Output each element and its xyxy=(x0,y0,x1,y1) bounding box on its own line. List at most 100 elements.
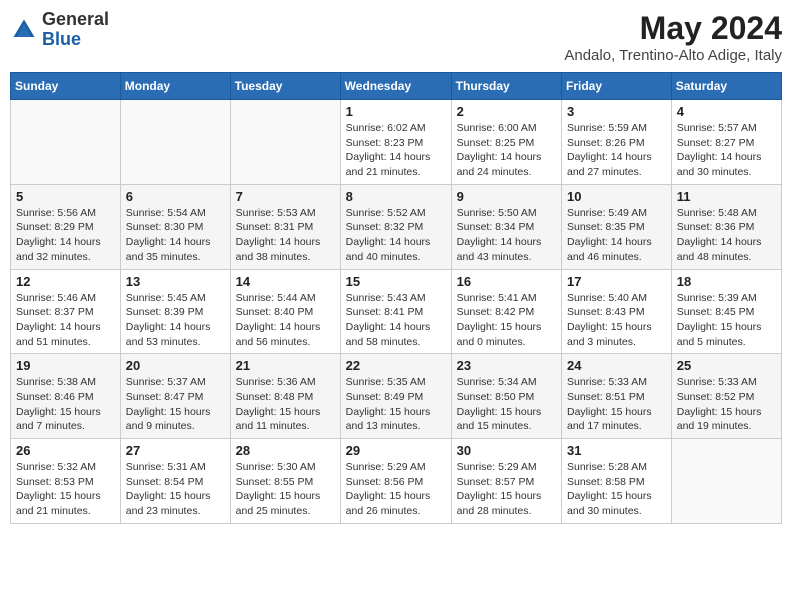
calendar-cell: 21 Sunrise: 5:36 AMSunset: 8:48 PMDayligh… xyxy=(230,354,340,439)
day-detail: Sunrise: 5:30 AMSunset: 8:55 PMDaylight:… xyxy=(236,460,335,519)
calendar-cell: 11 Sunrise: 5:48 AMSunset: 8:36 PMDayligh… xyxy=(671,184,781,269)
day-detail: Sunrise: 5:36 AMSunset: 8:48 PMDaylight:… xyxy=(236,375,335,434)
calendar-cell: 22Sunrise: 5:35 AMSunset: 8:49 PMDayligh… xyxy=(340,354,451,439)
day-number: 10 xyxy=(567,189,666,204)
calendar-cell: 30Sunrise: 5:29 AMSunset: 8:57 PMDayligh… xyxy=(451,439,561,524)
weekday-header-saturday: Saturday xyxy=(671,73,781,100)
day-detail: Sunrise: 5:45 AMSunset: 8:39 PMDaylight:… xyxy=(126,291,225,350)
day-detail: Sunrise: 5:59 AMSunset: 8:26 PMDaylight:… xyxy=(567,121,666,180)
day-number: 1 xyxy=(346,104,446,119)
calendar-cell: 9Sunrise: 5:50 AMSunset: 8:34 PMDaylight… xyxy=(451,184,561,269)
day-detail: Sunrise: 5:54 AMSunset: 8:30 PMDaylight:… xyxy=(126,206,225,265)
day-number: 12 xyxy=(16,274,115,289)
calendar-cell: 7 Sunrise: 5:53 AMSunset: 8:31 PMDaylight… xyxy=(230,184,340,269)
week-row-1: 1Sunrise: 6:02 AMSunset: 8:23 PMDaylight… xyxy=(11,100,782,185)
day-number: 6 xyxy=(126,189,225,204)
calendar-cell: 25 Sunrise: 5:33 AMSunset: 8:52 PMDayligh… xyxy=(671,354,781,439)
day-number: 25 xyxy=(677,358,776,373)
calendar-cell: 28 Sunrise: 5:30 AMSunset: 8:55 PMDayligh… xyxy=(230,439,340,524)
day-detail: Sunrise: 5:43 AMSunset: 8:41 PMDaylight:… xyxy=(346,291,446,350)
day-number: 22 xyxy=(346,358,446,373)
week-row-3: 12 Sunrise: 5:46 AMSunset: 8:37 PMDayligh… xyxy=(11,269,782,354)
day-number: 18 xyxy=(677,274,776,289)
logo-text: General Blue xyxy=(42,10,109,50)
day-detail: Sunrise: 5:49 AMSunset: 8:35 PMDaylight:… xyxy=(567,206,666,265)
week-row-2: 5 Sunrise: 5:56 AMSunset: 8:29 PMDaylight… xyxy=(11,184,782,269)
calendar-cell: 20 Sunrise: 5:37 AMSunset: 8:47 PMDayligh… xyxy=(120,354,230,439)
day-number: 30 xyxy=(457,443,556,458)
day-number: 13 xyxy=(126,274,225,289)
calendar-cell: 23 Sunrise: 5:34 AMSunset: 8:50 PMDayligh… xyxy=(451,354,561,439)
day-number: 23 xyxy=(457,358,556,373)
day-number: 16 xyxy=(457,274,556,289)
weekday-header-tuesday: Tuesday xyxy=(230,73,340,100)
calendar-cell xyxy=(671,439,781,524)
calendar-cell: 16 Sunrise: 5:41 AMSunset: 8:42 PMDayligh… xyxy=(451,269,561,354)
week-row-4: 19Sunrise: 5:38 AMSunset: 8:46 PMDayligh… xyxy=(11,354,782,439)
calendar-cell xyxy=(11,100,121,185)
day-detail: Sunrise: 5:52 AMSunset: 8:32 PMDaylight:… xyxy=(346,206,446,265)
day-number: 28 xyxy=(236,443,335,458)
calendar-cell: 17Sunrise: 5:40 AMSunset: 8:43 PMDayligh… xyxy=(562,269,672,354)
week-row-5: 26 Sunrise: 5:32 AMSunset: 8:53 PMDayligh… xyxy=(11,439,782,524)
day-number: 14 xyxy=(236,274,335,289)
calendar-cell: 26 Sunrise: 5:32 AMSunset: 8:53 PMDayligh… xyxy=(11,439,121,524)
calendar-cell: 3 Sunrise: 5:59 AMSunset: 8:26 PMDaylight… xyxy=(562,100,672,185)
day-number: 31 xyxy=(567,443,666,458)
logo-general-text: General xyxy=(42,9,109,29)
calendar-cell: 27Sunrise: 5:31 AMSunset: 8:54 PMDayligh… xyxy=(120,439,230,524)
calendar-cell: 2 Sunrise: 6:00 AMSunset: 8:25 PMDaylight… xyxy=(451,100,561,185)
day-number: 21 xyxy=(236,358,335,373)
day-number: 2 xyxy=(457,104,556,119)
day-detail: Sunrise: 5:40 AMSunset: 8:43 PMDaylight:… xyxy=(567,291,666,350)
calendar-cell: 12 Sunrise: 5:46 AMSunset: 8:37 PMDayligh… xyxy=(11,269,121,354)
day-detail: Sunrise: 5:46 AMSunset: 8:37 PMDaylight:… xyxy=(16,291,115,350)
calendar-cell: 10 Sunrise: 5:49 AMSunset: 8:35 PMDayligh… xyxy=(562,184,672,269)
logo-blue-text: Blue xyxy=(42,29,81,49)
calendar-cell: 6 Sunrise: 5:54 AMSunset: 8:30 PMDaylight… xyxy=(120,184,230,269)
day-number: 7 xyxy=(236,189,335,204)
calendar-cell: 19Sunrise: 5:38 AMSunset: 8:46 PMDayligh… xyxy=(11,354,121,439)
calendar-cell xyxy=(120,100,230,185)
day-number: 5 xyxy=(16,189,115,204)
calendar-cell: 18 Sunrise: 5:39 AMSunset: 8:45 PMDayligh… xyxy=(671,269,781,354)
weekday-header-row: SundayMondayTuesdayWednesdayThursdayFrid… xyxy=(11,73,782,100)
calendar-cell: 1Sunrise: 6:02 AMSunset: 8:23 PMDaylight… xyxy=(340,100,451,185)
weekday-header-thursday: Thursday xyxy=(451,73,561,100)
day-detail: Sunrise: 5:28 AMSunset: 8:58 PMDaylight:… xyxy=(567,460,666,519)
weekday-header-wednesday: Wednesday xyxy=(340,73,451,100)
day-detail: Sunrise: 5:37 AMSunset: 8:47 PMDaylight:… xyxy=(126,375,225,434)
day-detail: Sunrise: 5:53 AMSunset: 8:31 PMDaylight:… xyxy=(236,206,335,265)
day-detail: Sunrise: 5:32 AMSunset: 8:53 PMDaylight:… xyxy=(16,460,115,519)
calendar-cell xyxy=(230,100,340,185)
day-number: 4 xyxy=(677,104,776,119)
title-area: May 2024 Andalo, Trentino-Alto Adige, It… xyxy=(564,10,782,64)
day-number: 8 xyxy=(346,189,446,204)
day-detail: Sunrise: 5:41 AMSunset: 8:42 PMDaylight:… xyxy=(457,291,556,350)
day-number: 27 xyxy=(126,443,225,458)
day-detail: Sunrise: 5:44 AMSunset: 8:40 PMDaylight:… xyxy=(236,291,335,350)
calendar-cell: 13 Sunrise: 5:45 AMSunset: 8:39 PMDayligh… xyxy=(120,269,230,354)
day-number: 9 xyxy=(457,189,556,204)
day-detail: Sunrise: 5:56 AMSunset: 8:29 PMDaylight:… xyxy=(16,206,115,265)
day-detail: Sunrise: 5:48 AMSunset: 8:36 PMDaylight:… xyxy=(677,206,776,265)
day-number: 15 xyxy=(346,274,446,289)
day-number: 3 xyxy=(567,104,666,119)
calendar-table: SundayMondayTuesdayWednesdayThursdayFrid… xyxy=(10,72,782,524)
day-detail: Sunrise: 6:00 AMSunset: 8:25 PMDaylight:… xyxy=(457,121,556,180)
day-detail: Sunrise: 5:57 AMSunset: 8:27 PMDaylight:… xyxy=(677,121,776,180)
day-detail: Sunrise: 5:39 AMSunset: 8:45 PMDaylight:… xyxy=(677,291,776,350)
header: General Blue May 2024 Andalo, Trentino-A… xyxy=(10,10,782,64)
day-number: 11 xyxy=(677,189,776,204)
day-detail: Sunrise: 5:34 AMSunset: 8:50 PMDaylight:… xyxy=(457,375,556,434)
location-subtitle: Andalo, Trentino-Alto Adige, Italy xyxy=(564,47,782,64)
day-detail: Sunrise: 5:33 AMSunset: 8:52 PMDaylight:… xyxy=(677,375,776,434)
calendar-cell: 4 Sunrise: 5:57 AMSunset: 8:27 PMDaylight… xyxy=(671,100,781,185)
day-number: 19 xyxy=(16,358,115,373)
day-number: 20 xyxy=(126,358,225,373)
day-number: 24 xyxy=(567,358,666,373)
calendar-cell: 8 Sunrise: 5:52 AMSunset: 8:32 PMDaylight… xyxy=(340,184,451,269)
day-number: 29 xyxy=(346,443,446,458)
calendar-cell: 5 Sunrise: 5:56 AMSunset: 8:29 PMDaylight… xyxy=(11,184,121,269)
day-number: 26 xyxy=(16,443,115,458)
